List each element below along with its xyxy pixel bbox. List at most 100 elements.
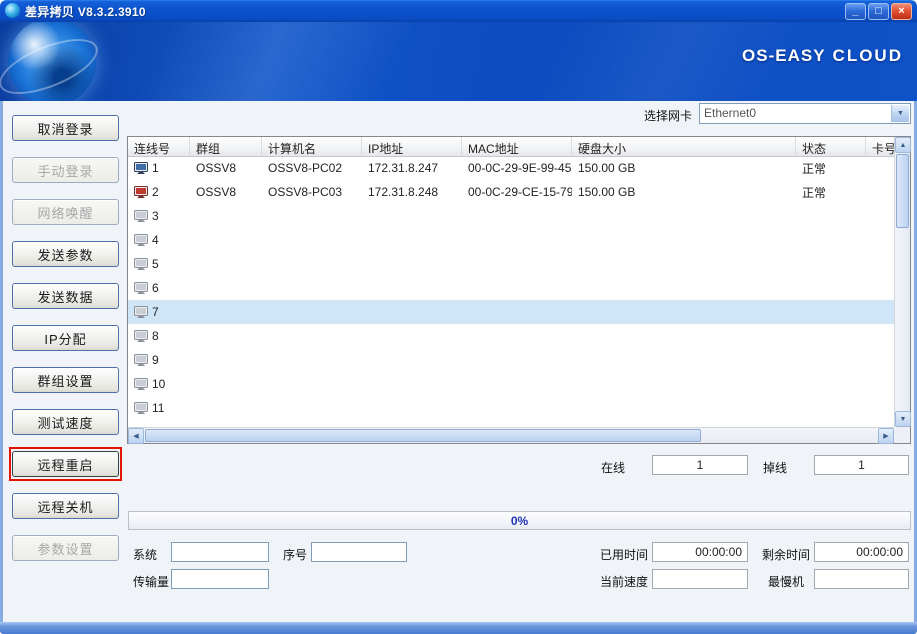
- scroll-right-icon[interactable]: ▶: [878, 428, 894, 444]
- cell: 150.00 GB: [572, 185, 796, 199]
- scroll-left-icon[interactable]: ◀: [128, 428, 144, 444]
- connection-number: 3: [152, 209, 159, 223]
- speed-value: [652, 569, 748, 589]
- sidebar-button-2[interactable]: 手动登录: [12, 157, 119, 183]
- table-row[interactable]: 11: [128, 396, 894, 420]
- cell: 00-0C-29-9E-99-45: [462, 161, 572, 175]
- system-label: 系统: [133, 546, 157, 563]
- sidebar-button-8[interactable]: 测试速度: [12, 409, 119, 435]
- maximize-button[interactable]: □: [868, 3, 889, 20]
- cell-connection: 7: [128, 305, 190, 319]
- cell: 00-0C-29-CE-15-79: [462, 185, 572, 199]
- connection-number: 7: [152, 305, 159, 319]
- horizontal-scroll-thumb[interactable]: [145, 429, 701, 442]
- dropdown-arrow-icon[interactable]: ▼: [891, 105, 909, 122]
- transfer-input[interactable]: [171, 569, 269, 589]
- cell-connection: 9: [128, 353, 190, 367]
- online-label: 在线: [601, 459, 625, 476]
- sidebar-button-4[interactable]: 发送参数: [12, 241, 119, 267]
- nic-combobox[interactable]: Ethernet0 ▼: [699, 103, 911, 124]
- table-header: 连线号群组计算机名IP地址MAC地址硬盘大小状态卡号: [128, 137, 894, 157]
- computer-icon: [134, 282, 148, 294]
- computer-icon: [134, 258, 148, 270]
- sidebar-button-5[interactable]: 发送数据: [12, 283, 119, 309]
- system-input[interactable]: [171, 542, 269, 562]
- offline-label: 掉线: [763, 459, 787, 476]
- computer-icon: [134, 210, 148, 222]
- window: 差异拷贝 V8.3.2.3910 _ □ × OS-EASYCLOUD 选择网卡…: [0, 0, 917, 634]
- progress-bar: 0%: [128, 511, 911, 530]
- globe-logo-icon: [8, 22, 96, 101]
- table-row[interactable]: 3: [128, 204, 894, 228]
- table-row[interactable]: 5: [128, 252, 894, 276]
- online-value: 1: [652, 455, 748, 475]
- client-table: 连线号群组计算机名IP地址MAC地址硬盘大小状态卡号 1OSSV8OSSV8-P…: [127, 136, 911, 444]
- cell-connection: 5: [128, 257, 190, 271]
- connection-number: 8: [152, 329, 159, 343]
- connection-number: 5: [152, 257, 159, 271]
- column-header[interactable]: 计算机名: [262, 137, 362, 156]
- computer-icon: [134, 330, 148, 342]
- sidebar-button-11[interactable]: 参数设置: [12, 535, 119, 561]
- brand-name: OS-EASY: [742, 46, 826, 65]
- table-row[interactable]: 1OSSV8OSSV8-PC02172.31.8.24700-0C-29-9E-…: [128, 156, 894, 180]
- scroll-up-icon[interactable]: ▲: [895, 137, 911, 153]
- cell-connection: 8: [128, 329, 190, 343]
- close-button[interactable]: ×: [891, 3, 912, 20]
- serial-label: 序号: [283, 546, 307, 563]
- cell: OSSV8: [190, 185, 262, 199]
- connection-number: 11: [152, 401, 164, 415]
- column-header[interactable]: IP地址: [362, 137, 462, 156]
- column-header[interactable]: 卡号: [866, 137, 894, 156]
- table-row[interactable]: 8: [128, 324, 894, 348]
- connection-number: 2: [152, 185, 159, 199]
- column-header[interactable]: 群组: [190, 137, 262, 156]
- computer-icon: [134, 354, 148, 366]
- cell: OSSV8-PC03: [262, 185, 362, 199]
- serial-input[interactable]: [311, 542, 407, 562]
- connection-number: 9: [152, 353, 159, 367]
- column-header[interactable]: 连线号: [128, 137, 190, 156]
- table-row[interactable]: 10: [128, 372, 894, 396]
- sidebar-button-1[interactable]: 取消登录: [12, 115, 119, 141]
- table-row[interactable]: 2OSSV8OSSV8-PC03172.31.8.24800-0C-29-CE-…: [128, 180, 894, 204]
- window-controls: _ □ ×: [845, 3, 912, 20]
- column-header[interactable]: MAC地址: [462, 137, 572, 156]
- connection-number: 10: [152, 377, 165, 391]
- connection-number: 6: [152, 281, 159, 295]
- table-row[interactable]: 6: [128, 276, 894, 300]
- vertical-scroll-thumb[interactable]: [896, 154, 909, 228]
- vertical-scrollbar[interactable]: ▲ ▼: [894, 137, 910, 427]
- computer-icon: [134, 162, 148, 174]
- app-icon: [5, 3, 20, 18]
- cell-connection: 3: [128, 209, 190, 223]
- sidebar-button-10[interactable]: 远程关机: [12, 493, 119, 519]
- cell: 172.31.8.247: [362, 161, 462, 175]
- connection-number: 4: [152, 233, 159, 247]
- scroll-down-icon[interactable]: ▼: [895, 411, 911, 427]
- progress-text: 0%: [511, 514, 528, 528]
- sidebar-button-6[interactable]: IP分配: [12, 325, 119, 351]
- cell: 正常: [796, 160, 866, 177]
- window-title: 差异拷贝 V8.3.2.3910: [25, 3, 146, 20]
- table-row[interactable]: 9: [128, 348, 894, 372]
- sidebar-button-7[interactable]: 群组设置: [12, 367, 119, 393]
- cell: OSSV8-PC02: [262, 161, 362, 175]
- sidebar: 取消登录手动登录网络唤醒发送参数发送数据 IP分配群组设置测试速度远程重启远程关机…: [12, 115, 119, 577]
- column-header[interactable]: 硬盘大小: [572, 137, 796, 156]
- offline-value: 1: [814, 455, 909, 475]
- table-row[interactable]: 7: [128, 300, 894, 324]
- minimize-button[interactable]: _: [845, 3, 866, 20]
- elapsed-value: 00:00:00: [652, 542, 748, 562]
- horizontal-scrollbar[interactable]: ◀ ▶: [128, 427, 894, 443]
- table-row[interactable]: 4: [128, 228, 894, 252]
- brand-suffix: CLOUD: [833, 46, 903, 65]
- nic-combobox-value: Ethernet0: [700, 104, 910, 123]
- sidebar-button-3[interactable]: 网络唤醒: [12, 199, 119, 225]
- sidebar-button-9[interactable]: 远程重启: [12, 451, 119, 477]
- slowest-value: [814, 569, 909, 589]
- elapsed-label: 已用时间: [600, 546, 648, 563]
- computer-icon: [134, 306, 148, 318]
- column-header[interactable]: 状态: [796, 137, 866, 156]
- computer-icon: [134, 234, 148, 246]
